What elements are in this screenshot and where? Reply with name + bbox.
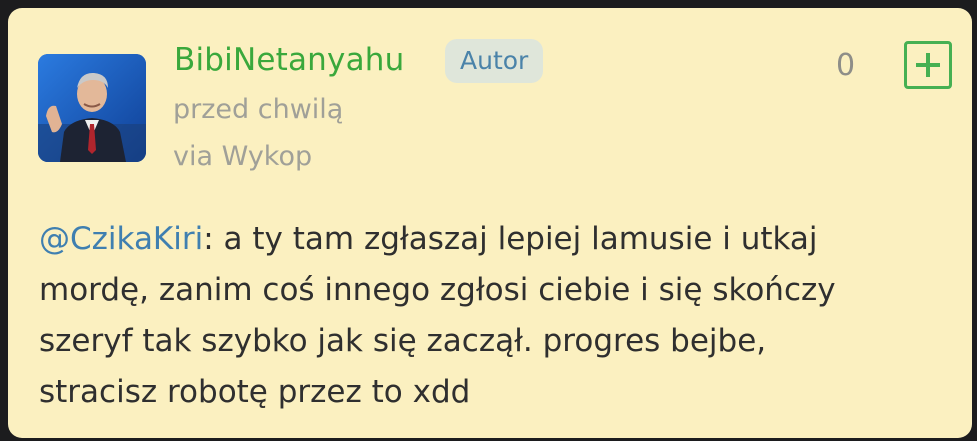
comment-card: BibiNetanyahu Autor przed chwilą via Wyk…	[8, 8, 972, 438]
comment-line-3: szeryf tak szybko jak się zaczął. progre…	[39, 323, 767, 359]
comment-line-1: @CzikaKiri: a ty tam zgłaszaj lepiej lam…	[39, 214, 959, 265]
comment-line-2: mordę, zanim coś innego zgłosi ciebie i …	[39, 272, 836, 308]
post-source: via Wykop	[173, 141, 313, 172]
post-timestamp[interactable]: przed chwilą	[173, 94, 343, 125]
plus-icon	[916, 53, 940, 77]
avatar-photo-icon	[38, 54, 146, 162]
comment-line-4: stracisz robotę przez to xdd	[39, 374, 471, 410]
vote-count: 0	[836, 48, 856, 83]
author-badge: Autor	[445, 39, 544, 83]
upvote-button[interactable]	[904, 41, 952, 89]
screenshot-frame: BibiNetanyahu Autor przed chwilą via Wyk…	[0, 0, 977, 441]
mention-link[interactable]: @CzikaKiri	[39, 221, 203, 257]
comment-line-1-text: : a ty tam zgłaszaj lepiej lamusie i utk…	[203, 221, 818, 257]
avatar[interactable]	[38, 54, 146, 162]
comment-body: @CzikaKiri: a ty tam zgłaszaj lepiej lam…	[39, 214, 959, 418]
author-username[interactable]: BibiNetanyahu	[174, 42, 404, 78]
